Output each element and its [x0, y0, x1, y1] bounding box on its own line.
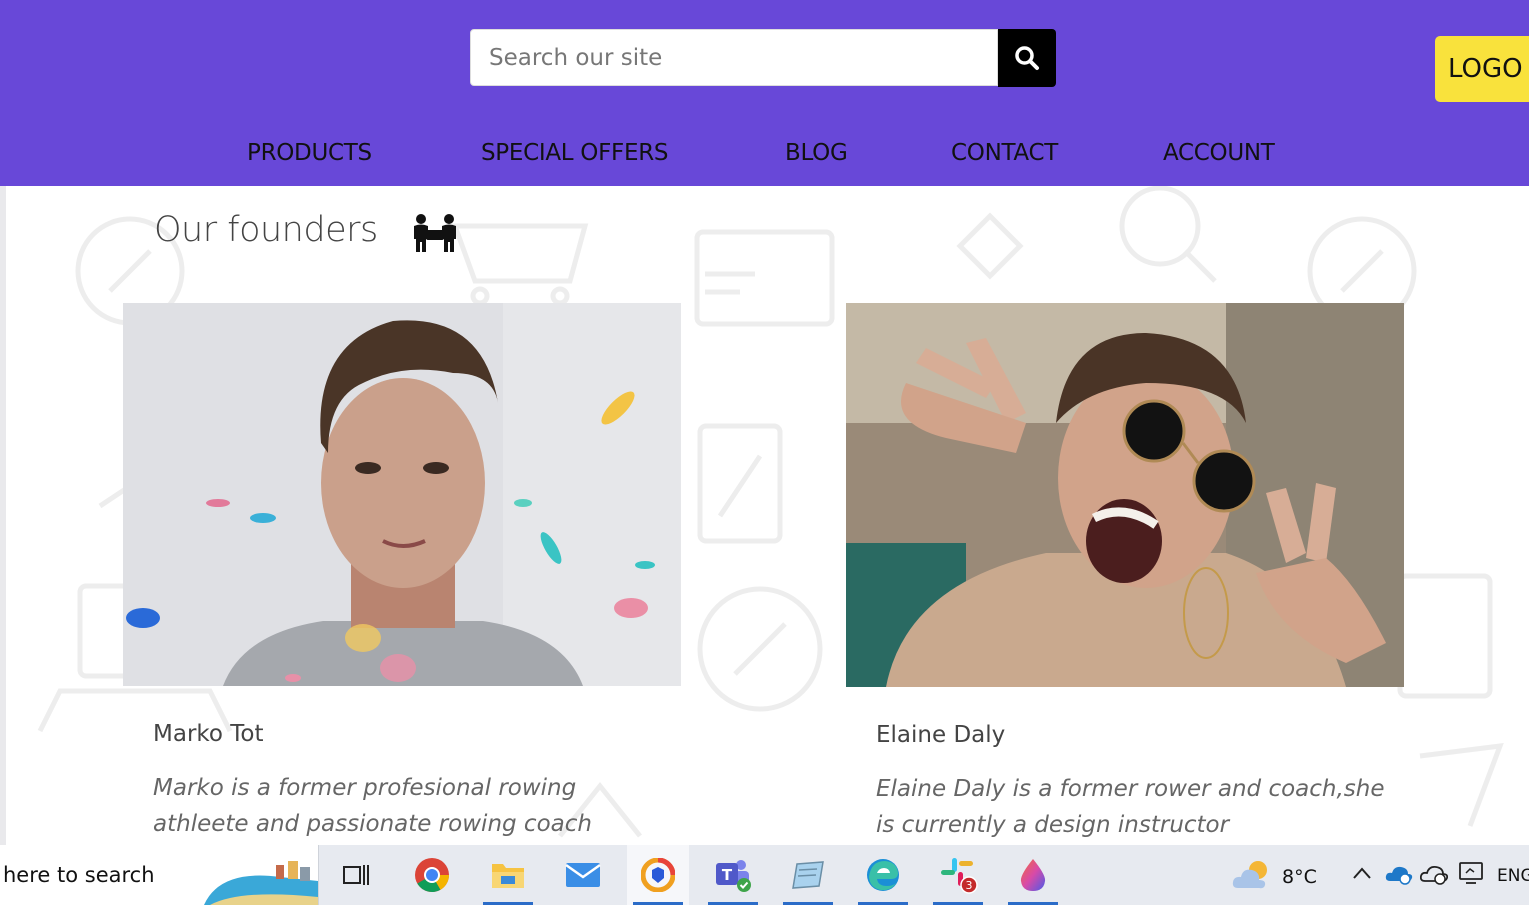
onedrive-sync-icon[interactable]	[1385, 863, 1413, 885]
nav-special-offers[interactable]: SPECIAL OFFERS	[481, 140, 668, 166]
chrome-icon	[415, 858, 449, 892]
founder-name: Marko Tot	[153, 721, 264, 747]
search-input[interactable]	[470, 29, 998, 86]
founder-bio: Marko is a former profesional rowing ath…	[153, 775, 592, 837]
task-view-icon	[343, 865, 369, 885]
page-left-edge	[0, 186, 6, 846]
taskbar-app-slack[interactable]: 3	[927, 845, 989, 905]
taskbar: here to search T 3 8°C ENG	[0, 845, 1529, 905]
section-title: Our founders	[154, 210, 378, 250]
chevron-up-icon[interactable]	[1352, 865, 1372, 881]
svg-text:T: T	[722, 866, 733, 884]
founder-photo-elaine	[846, 303, 1404, 687]
search-highlight-icon	[204, 861, 318, 905]
display-settings-icon[interactable]	[1458, 861, 1484, 885]
taskbar-app-browser[interactable]	[627, 845, 689, 905]
nav-blog[interactable]: BLOG	[785, 140, 848, 166]
nav-contact[interactable]: CONTACT	[951, 140, 1058, 166]
notepad-icon	[792, 861, 824, 889]
search-bar	[470, 29, 1056, 87]
site-logo[interactable]: LOGO	[1435, 36, 1529, 102]
nav-account[interactable]: ACCOUNT	[1163, 140, 1275, 166]
task-view-button[interactable]	[325, 845, 387, 905]
taskbar-app-notepad[interactable]	[777, 845, 839, 905]
mail-icon	[565, 863, 601, 887]
weather-cloudy-icon[interactable]	[1232, 858, 1272, 892]
language-indicator[interactable]: ENG	[1497, 866, 1529, 886]
founder-bio: Elaine Daly is a former rower and coach,…	[876, 776, 1385, 838]
taskbar-app-edge[interactable]	[852, 845, 914, 905]
taskbar-app-file-explorer[interactable]	[477, 845, 539, 905]
taskbar-app-teams[interactable]: T	[702, 845, 764, 905]
taskbar-app-chrome[interactable]	[401, 845, 463, 905]
browser-icon	[641, 858, 675, 892]
nav-products[interactable]: PRODUCTS	[247, 140, 372, 166]
team-icon	[414, 214, 456, 252]
taskbar-search-text: here to search	[3, 863, 155, 887]
paint-drop-icon	[1020, 859, 1046, 891]
teams-icon: T	[716, 860, 751, 892]
folder-icon	[492, 864, 524, 888]
slack-badge: 3	[966, 879, 973, 892]
taskbar-search-box[interactable]: here to search	[0, 845, 319, 905]
weather-temp[interactable]: 8°C	[1282, 866, 1317, 888]
edge-icon	[867, 859, 899, 891]
slack-icon: 3	[941, 858, 978, 894]
cloud-sync-icon[interactable]	[1420, 863, 1448, 885]
search-icon	[1015, 46, 1039, 70]
founder-name: Elaine Daly	[876, 722, 1006, 748]
taskbar-app-paint[interactable]	[1002, 845, 1064, 905]
site-header: LOGO PRODUCTS SPECIAL OFFERS BLOG CONTAC…	[0, 0, 1529, 186]
taskbar-app-mail[interactable]	[552, 845, 614, 905]
founder-photo-marko	[123, 303, 681, 686]
search-button[interactable]	[998, 29, 1056, 87]
